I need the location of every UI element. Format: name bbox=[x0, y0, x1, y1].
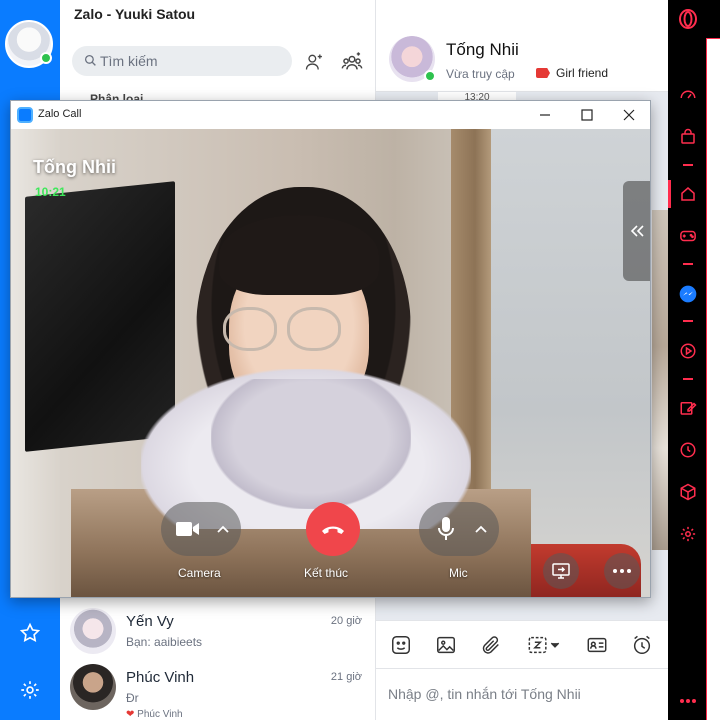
edit-note-icon[interactable] bbox=[677, 397, 699, 419]
history-clock-icon[interactable] bbox=[677, 439, 699, 461]
last-message: Đr bbox=[126, 691, 139, 705]
camera-control bbox=[161, 502, 241, 556]
message-time: 21 giờ bbox=[330, 671, 362, 683]
mic-label: Mic bbox=[449, 566, 468, 580]
hang-up-phone-icon bbox=[322, 526, 344, 534]
reminder-alarm-icon[interactable] bbox=[629, 633, 655, 657]
home-icon[interactable] bbox=[677, 183, 699, 205]
camera-label: Camera bbox=[178, 566, 221, 580]
conversation-item[interactable]: Phúc Vinh Đr 21 giờ ❤ Phúc Vinh bbox=[60, 660, 376, 720]
close-button[interactable] bbox=[608, 101, 650, 129]
contact-tag-label: Girl friend bbox=[556, 66, 609, 80]
screen-share-icon bbox=[552, 563, 570, 579]
browser-sidebar bbox=[668, 0, 720, 720]
screenshot-icon[interactable] bbox=[523, 633, 565, 657]
app-title-bar: Zalo - Yuuki Satou bbox=[60, 0, 376, 30]
last-message: Bạn: aaibieets bbox=[126, 635, 203, 649]
add-friend-icon[interactable] bbox=[300, 48, 328, 76]
caller-name: Tống Nhii bbox=[33, 157, 116, 177]
end-call-label: Kết thúc bbox=[304, 566, 349, 580]
more-options-button[interactable] bbox=[604, 553, 640, 589]
message-input[interactable] bbox=[388, 683, 658, 705]
speedometer-icon[interactable] bbox=[677, 84, 699, 106]
mic-options-chevron-icon[interactable] bbox=[471, 519, 491, 539]
shopping-bag-icon[interactable] bbox=[677, 126, 699, 148]
contact-avatar bbox=[70, 608, 116, 654]
message-time: 20 giờ bbox=[330, 615, 362, 627]
chat-header: Tống Nhii Vừa truy cập Girl friend bbox=[376, 0, 668, 92]
minimize-button[interactable] bbox=[524, 101, 566, 129]
settings-gear-icon[interactable] bbox=[677, 523, 699, 545]
conversation-item[interactable]: Yến Vy Bạn: aaibieets 20 giờ bbox=[60, 604, 376, 660]
sticker-icon[interactable] bbox=[388, 633, 414, 657]
attachment-icon[interactable] bbox=[478, 633, 504, 657]
online-status-dot bbox=[424, 70, 436, 82]
search-box[interactable] bbox=[72, 46, 292, 76]
double-chevron-left-icon bbox=[630, 225, 644, 237]
zalo-logo-icon bbox=[17, 107, 33, 123]
maximize-button[interactable] bbox=[566, 101, 608, 129]
settings-gear-icon[interactable] bbox=[15, 675, 45, 705]
user-avatar[interactable] bbox=[5, 20, 53, 68]
microphone-icon bbox=[438, 517, 454, 540]
chat-toolbar bbox=[376, 620, 668, 668]
chat-contact-name[interactable]: Tống Nhii bbox=[446, 40, 519, 60]
call-window-titlebar[interactable]: Zalo Call bbox=[11, 101, 650, 129]
star-icon[interactable] bbox=[15, 618, 45, 648]
chat-contact-avatar[interactable] bbox=[389, 36, 436, 82]
app-title: Zalo - Yuuki Satou bbox=[74, 6, 196, 22]
side-panel-edge bbox=[706, 38, 720, 720]
collapse-panel-button[interactable] bbox=[623, 181, 650, 281]
tag-icon bbox=[536, 68, 550, 78]
search-icon bbox=[84, 54, 97, 72]
call-window-title: Zalo Call bbox=[38, 108, 82, 120]
create-group-icon[interactable] bbox=[338, 48, 366, 76]
opera-logo-icon[interactable] bbox=[677, 8, 699, 30]
image-icon[interactable] bbox=[433, 633, 459, 657]
end-call-button[interactable] bbox=[306, 502, 360, 556]
contact-card-icon[interactable] bbox=[584, 633, 610, 657]
call-duration: 10:21 bbox=[35, 185, 66, 199]
last-message-sender: ❤ Phúc Vinh bbox=[126, 709, 183, 720]
video-camera-icon bbox=[176, 522, 199, 536]
mic-toggle-button[interactable] bbox=[419, 502, 473, 556]
message-photo[interactable] bbox=[652, 210, 668, 550]
mic-control bbox=[419, 502, 499, 556]
more-dots-icon bbox=[613, 569, 631, 573]
share-screen-button[interactable] bbox=[543, 553, 579, 589]
remote-video-feed: Tống Nhii 10:21 Camera Kết thúc Mic bbox=[11, 129, 650, 597]
call-window: Zalo Call Tống Nhii 10:21 Camera Kết thú… bbox=[10, 100, 651, 598]
camera-options-chevron-icon[interactable] bbox=[213, 519, 233, 539]
player-icon[interactable] bbox=[677, 340, 699, 362]
gamepad-icon[interactable] bbox=[677, 225, 699, 247]
online-status-dot bbox=[40, 52, 52, 64]
camera-toggle-button[interactable] bbox=[161, 502, 215, 556]
contact-name: Phúc Vinh bbox=[126, 669, 195, 686]
contact-avatar bbox=[70, 664, 116, 710]
messenger-icon[interactable] bbox=[677, 283, 699, 305]
more-dots-icon[interactable] bbox=[677, 690, 699, 712]
search-input[interactable] bbox=[100, 51, 280, 71]
last-seen-status: Vừa truy cập bbox=[446, 67, 515, 81]
contact-tag[interactable]: Girl friend bbox=[536, 66, 608, 80]
message-composer bbox=[376, 668, 668, 720]
contact-name: Yến Vy bbox=[126, 613, 174, 630]
extensions-cube-icon[interactable] bbox=[677, 481, 699, 503]
